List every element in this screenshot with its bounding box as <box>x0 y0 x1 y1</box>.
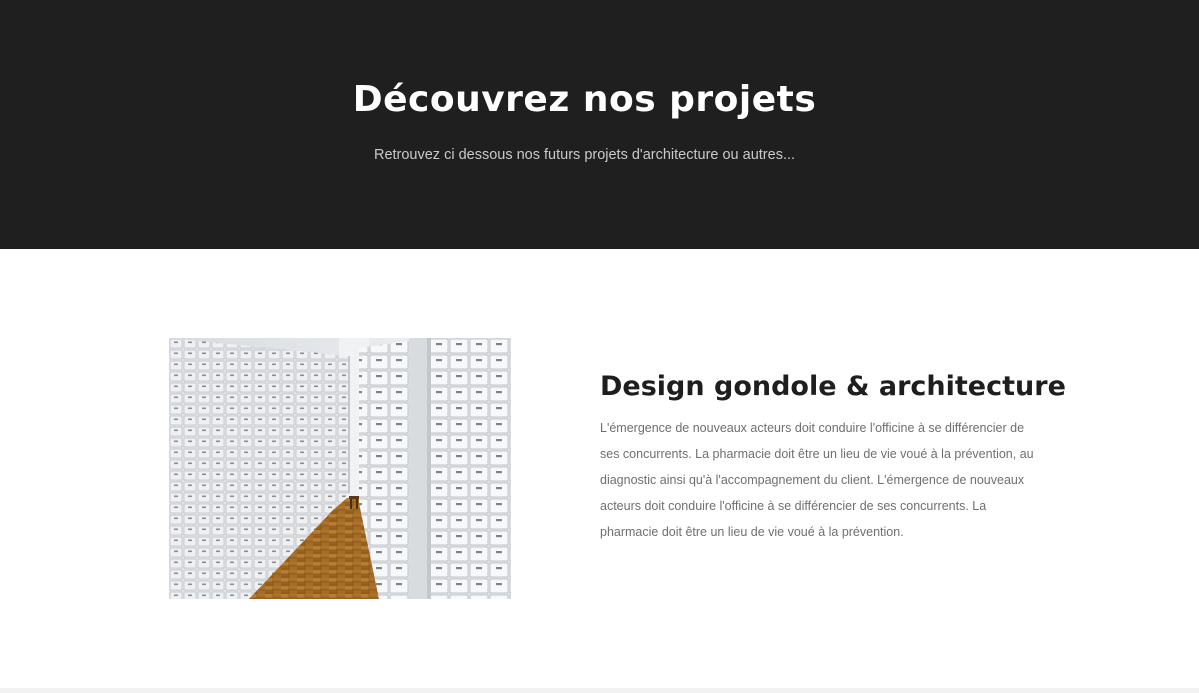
project-section: Design gondole & architecture L'émergenc… <box>0 249 1199 688</box>
hero-title: Découvrez nos projets <box>352 79 817 120</box>
archive-shelves-illustration <box>169 338 511 599</box>
project-image <box>169 338 511 599</box>
page: Découvrez nos projets Retrouvez ci desso… <box>0 0 1199 693</box>
project-title: Design gondole & architecture <box>600 371 1066 402</box>
hero-subtitle: Retrouvez ci dessous nos futurs projets … <box>373 147 796 163</box>
hero-banner: Découvrez nos projets Retrouvez ci desso… <box>0 0 1199 249</box>
section-divider <box>0 688 1199 693</box>
project-description: L'émergence de nouveaux acteurs doit con… <box>600 421 1034 539</box>
